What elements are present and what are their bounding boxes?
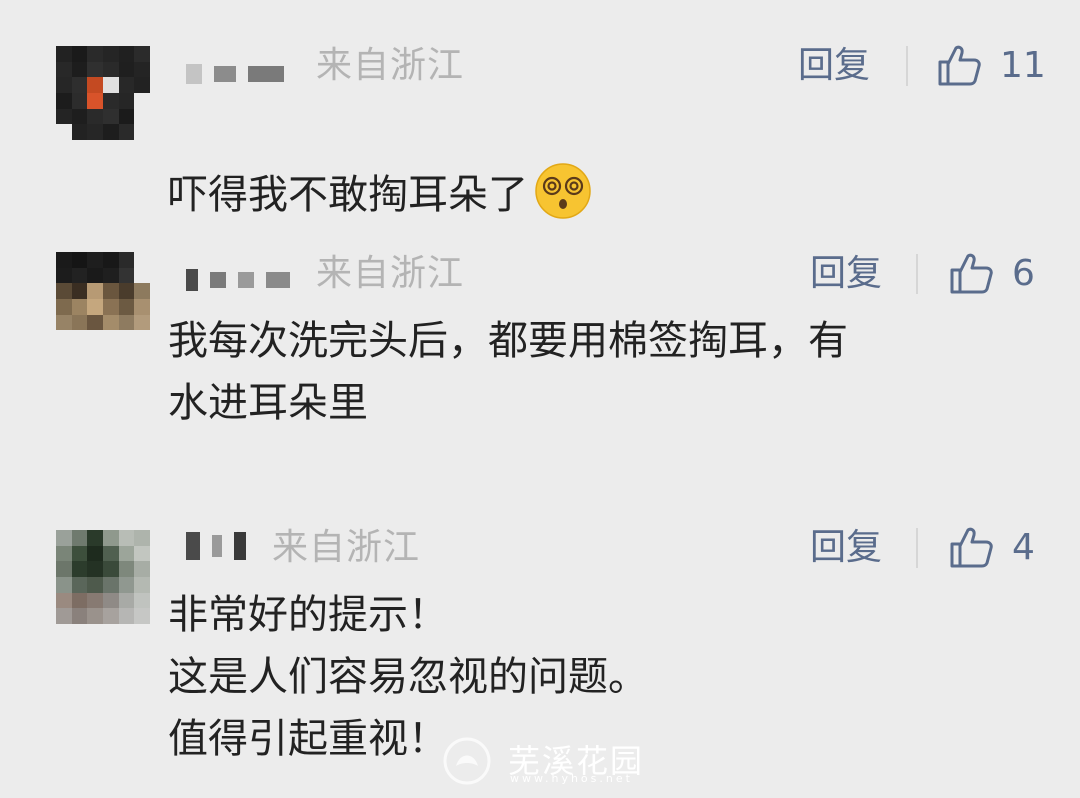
dizzy-face-icon [535, 163, 591, 219]
comment-text: 我每次洗完头后，都要用棉签掏耳，有 水进耳朵里 [168, 318, 848, 426]
reply-button[interactable]: 回复 [810, 526, 882, 570]
like-count: 4 [1012, 527, 1035, 568]
username[interactable] [186, 516, 246, 576]
divider [916, 254, 918, 294]
avatar[interactable] [56, 530, 150, 624]
watermark-logo-icon [443, 737, 491, 785]
reply-button[interactable]: 回复 [810, 252, 882, 296]
like-count: 6 [1012, 253, 1035, 294]
avatar[interactable] [56, 252, 150, 346]
location-label: 来自浙江 [316, 45, 465, 86]
comment-text-wrapper: 吓得我不敢掏耳朵了 [168, 100, 592, 226]
like-count: 11 [1000, 45, 1046, 86]
location-label: 来自浙江 [272, 527, 421, 568]
watermark-subtext: www.hyhos.net [510, 772, 633, 785]
thumbs-up-icon[interactable] [936, 42, 982, 88]
thumbs-up-icon[interactable] [948, 524, 994, 570]
location-label: 来自浙江 [316, 253, 465, 294]
divider [916, 528, 918, 568]
divider [906, 46, 908, 86]
thumbs-up-icon[interactable] [948, 250, 994, 296]
avatar[interactable] [56, 46, 150, 140]
comment-text: 吓得我不敢掏耳朵了 [168, 172, 528, 218]
username[interactable] [186, 250, 290, 310]
username[interactable] [186, 44, 284, 104]
reply-button[interactable]: 回复 [798, 44, 870, 88]
